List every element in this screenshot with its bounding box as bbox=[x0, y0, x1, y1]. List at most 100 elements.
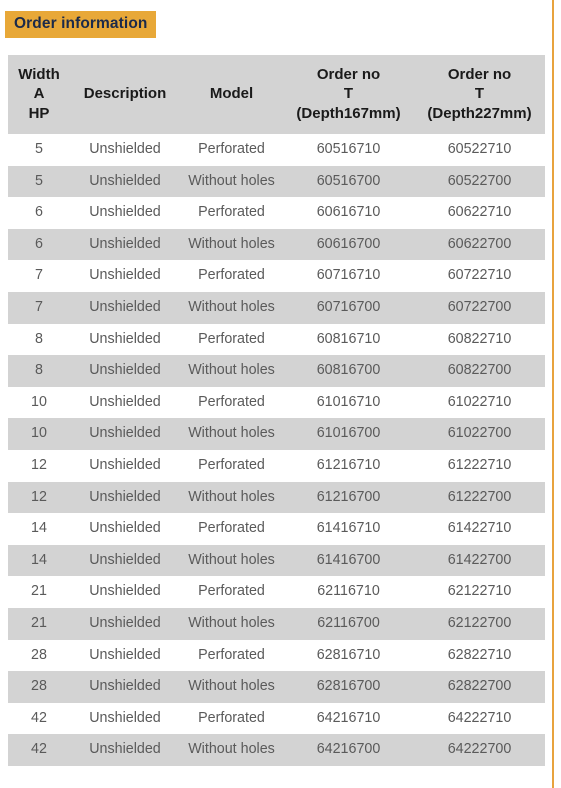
cell-model: Without holes bbox=[180, 418, 283, 450]
cell-model: Without holes bbox=[180, 165, 283, 198]
cell-description: Unshielded bbox=[70, 165, 180, 198]
cell-order-no-227: 60722700 bbox=[414, 291, 545, 324]
column-header-order-no-depth227: Order no T (Depth227mm) bbox=[414, 55, 545, 134]
cell-description: Unshielded bbox=[70, 702, 180, 735]
cell-order-no-167: 62116700 bbox=[283, 607, 414, 640]
cell-order-no-227: 60522700 bbox=[414, 165, 545, 198]
cell-width: 7 bbox=[8, 260, 70, 292]
cell-description: Unshielded bbox=[70, 197, 180, 229]
cell-model: Without holes bbox=[180, 291, 283, 324]
cell-order-no-227: 62822710 bbox=[414, 639, 545, 672]
cell-description: Unshielded bbox=[70, 355, 180, 387]
cell-model: Without holes bbox=[180, 671, 283, 703]
cell-order-no-227: 60622710 bbox=[414, 197, 545, 229]
column-header-line: T bbox=[343, 85, 354, 103]
cell-order-no-167: 61416710 bbox=[283, 513, 414, 545]
cell-order-no-167: 64216710 bbox=[283, 702, 414, 735]
cell-order-no-167: 60816700 bbox=[283, 355, 414, 387]
cell-description: Unshielded bbox=[70, 291, 180, 324]
cell-order-no-227: 60522710 bbox=[414, 134, 545, 166]
cell-description: Unshielded bbox=[70, 513, 180, 545]
table-row: 10 Unshielded Without holes 61016700 6102270… bbox=[8, 418, 545, 450]
cell-width: 42 bbox=[8, 702, 70, 735]
cell-model: Perforated bbox=[180, 702, 283, 735]
cell-width: 12 bbox=[8, 449, 70, 482]
cell-model: Without holes bbox=[180, 481, 283, 514]
table-header: Width A HP Description Model Order no T (Depth1… bbox=[8, 55, 545, 134]
table-row: 8 Unshielded Without holes 60816700 60822700 bbox=[8, 355, 545, 387]
cell-order-no-227: 60722710 bbox=[414, 260, 545, 292]
table-row: 28 Unshielded Without holes 62816700 6282270… bbox=[8, 671, 545, 703]
table-row: 28 Unshielded Perforated 62816710 62822710 bbox=[8, 639, 545, 672]
table-body: 5 Unshielded Perforated 60516710 60522710 5 Un… bbox=[8, 134, 545, 766]
table-row: 8 Unshielded Perforated 60816710 60822710 bbox=[8, 323, 545, 356]
cell-order-no-167: 60616710 bbox=[283, 197, 414, 229]
cell-model: Perforated bbox=[180, 323, 283, 356]
cell-order-no-227: 64222700 bbox=[414, 734, 545, 766]
table-row: 10 Unshielded Perforated 61016710 61022710 bbox=[8, 386, 545, 419]
cell-description: Unshielded bbox=[70, 449, 180, 482]
table-row: 21 Unshielded Without holes 62116700 6212270… bbox=[8, 607, 545, 640]
table-row: 5 Unshielded Without holes 60516700 60522700 bbox=[8, 165, 545, 198]
cell-width: 6 bbox=[8, 228, 70, 261]
cell-order-no-227: 62122700 bbox=[414, 607, 545, 640]
cell-order-no-167: 62816710 bbox=[283, 639, 414, 672]
column-header-line: Description bbox=[83, 85, 167, 103]
cell-order-no-167: 60516700 bbox=[283, 165, 414, 198]
cell-width: 6 bbox=[8, 197, 70, 229]
cell-description: Unshielded bbox=[70, 228, 180, 261]
cell-model: Without holes bbox=[180, 734, 283, 766]
column-header-line: Order no bbox=[316, 66, 381, 84]
column-header-line: T bbox=[474, 85, 485, 103]
cell-description: Unshielded bbox=[70, 481, 180, 514]
cell-order-no-227: 61022710 bbox=[414, 386, 545, 419]
column-header-order-no-depth167: Order no T (Depth167mm) bbox=[283, 55, 414, 134]
cell-width: 14 bbox=[8, 513, 70, 545]
column-header-line: (Depth167mm) bbox=[296, 104, 401, 122]
table-row: 21 Unshielded Perforated 62116710 62122710 bbox=[8, 576, 545, 608]
cell-model: Without holes bbox=[180, 607, 283, 640]
cell-width: 14 bbox=[8, 544, 70, 577]
order-information-table: Width A HP Description Model Order no T (Depth1… bbox=[8, 55, 545, 766]
column-header-line: (Depth227mm) bbox=[427, 104, 532, 122]
cell-order-no-167: 62116710 bbox=[283, 576, 414, 608]
cell-order-no-167: 60716710 bbox=[283, 260, 414, 292]
cell-width: 5 bbox=[8, 134, 70, 166]
cell-order-no-227: 64222710 bbox=[414, 702, 545, 735]
cell-model: Without holes bbox=[180, 544, 283, 577]
cell-width: 8 bbox=[8, 323, 70, 356]
cell-order-no-167: 60516710 bbox=[283, 134, 414, 166]
cell-order-no-167: 61016700 bbox=[283, 418, 414, 450]
cell-order-no-167: 61216710 bbox=[283, 449, 414, 482]
cell-order-no-227: 61222700 bbox=[414, 481, 545, 514]
cell-model: Perforated bbox=[180, 197, 283, 229]
table-row: 42 Unshielded Without holes 64216700 6422270… bbox=[8, 734, 545, 766]
cell-order-no-227: 61422700 bbox=[414, 544, 545, 577]
cell-order-no-167: 60616700 bbox=[283, 228, 414, 261]
table-row: 7 Unshielded Without holes 60716700 60722700 bbox=[8, 291, 545, 324]
cell-order-no-167: 61016710 bbox=[283, 386, 414, 419]
cell-width: 7 bbox=[8, 291, 70, 324]
section-title-badge: Order information bbox=[5, 11, 157, 38]
table-row: 6 Unshielded Without holes 60616700 60622700 bbox=[8, 228, 545, 261]
cell-order-no-227: 61222710 bbox=[414, 449, 545, 482]
cell-width: 10 bbox=[8, 386, 70, 419]
cell-order-no-227: 62122710 bbox=[414, 576, 545, 608]
cell-description: Unshielded bbox=[70, 418, 180, 450]
cell-order-no-227: 61022700 bbox=[414, 418, 545, 450]
cell-order-no-227: 60622700 bbox=[414, 228, 545, 261]
cell-width: 28 bbox=[8, 671, 70, 703]
cell-width: 42 bbox=[8, 734, 70, 766]
table-row: 6 Unshielded Perforated 60616710 60622710 bbox=[8, 197, 545, 229]
column-header-line: Model bbox=[209, 85, 254, 103]
cell-description: Unshielded bbox=[70, 544, 180, 577]
cell-order-no-167: 60816710 bbox=[283, 323, 414, 356]
cell-width: 8 bbox=[8, 355, 70, 387]
table-row: 7 Unshielded Perforated 60716710 60722710 bbox=[8, 260, 545, 292]
cell-description: Unshielded bbox=[70, 576, 180, 608]
cell-description: Unshielded bbox=[70, 386, 180, 419]
column-header-description: Description bbox=[70, 55, 180, 134]
column-header-line: A bbox=[33, 85, 45, 103]
cell-description: Unshielded bbox=[70, 260, 180, 292]
column-header-model: Model bbox=[180, 55, 283, 134]
